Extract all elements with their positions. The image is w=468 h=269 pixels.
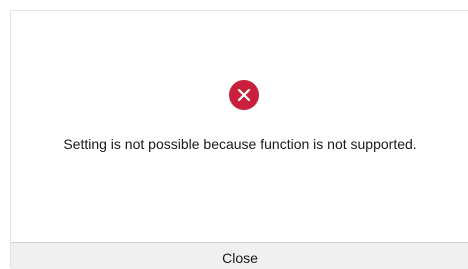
error-icon xyxy=(229,80,259,110)
error-message: Setting is not possible because function… xyxy=(63,136,417,152)
close-button[interactable]: Close xyxy=(11,242,468,269)
error-dialog: Setting is not possible because function… xyxy=(10,10,468,269)
